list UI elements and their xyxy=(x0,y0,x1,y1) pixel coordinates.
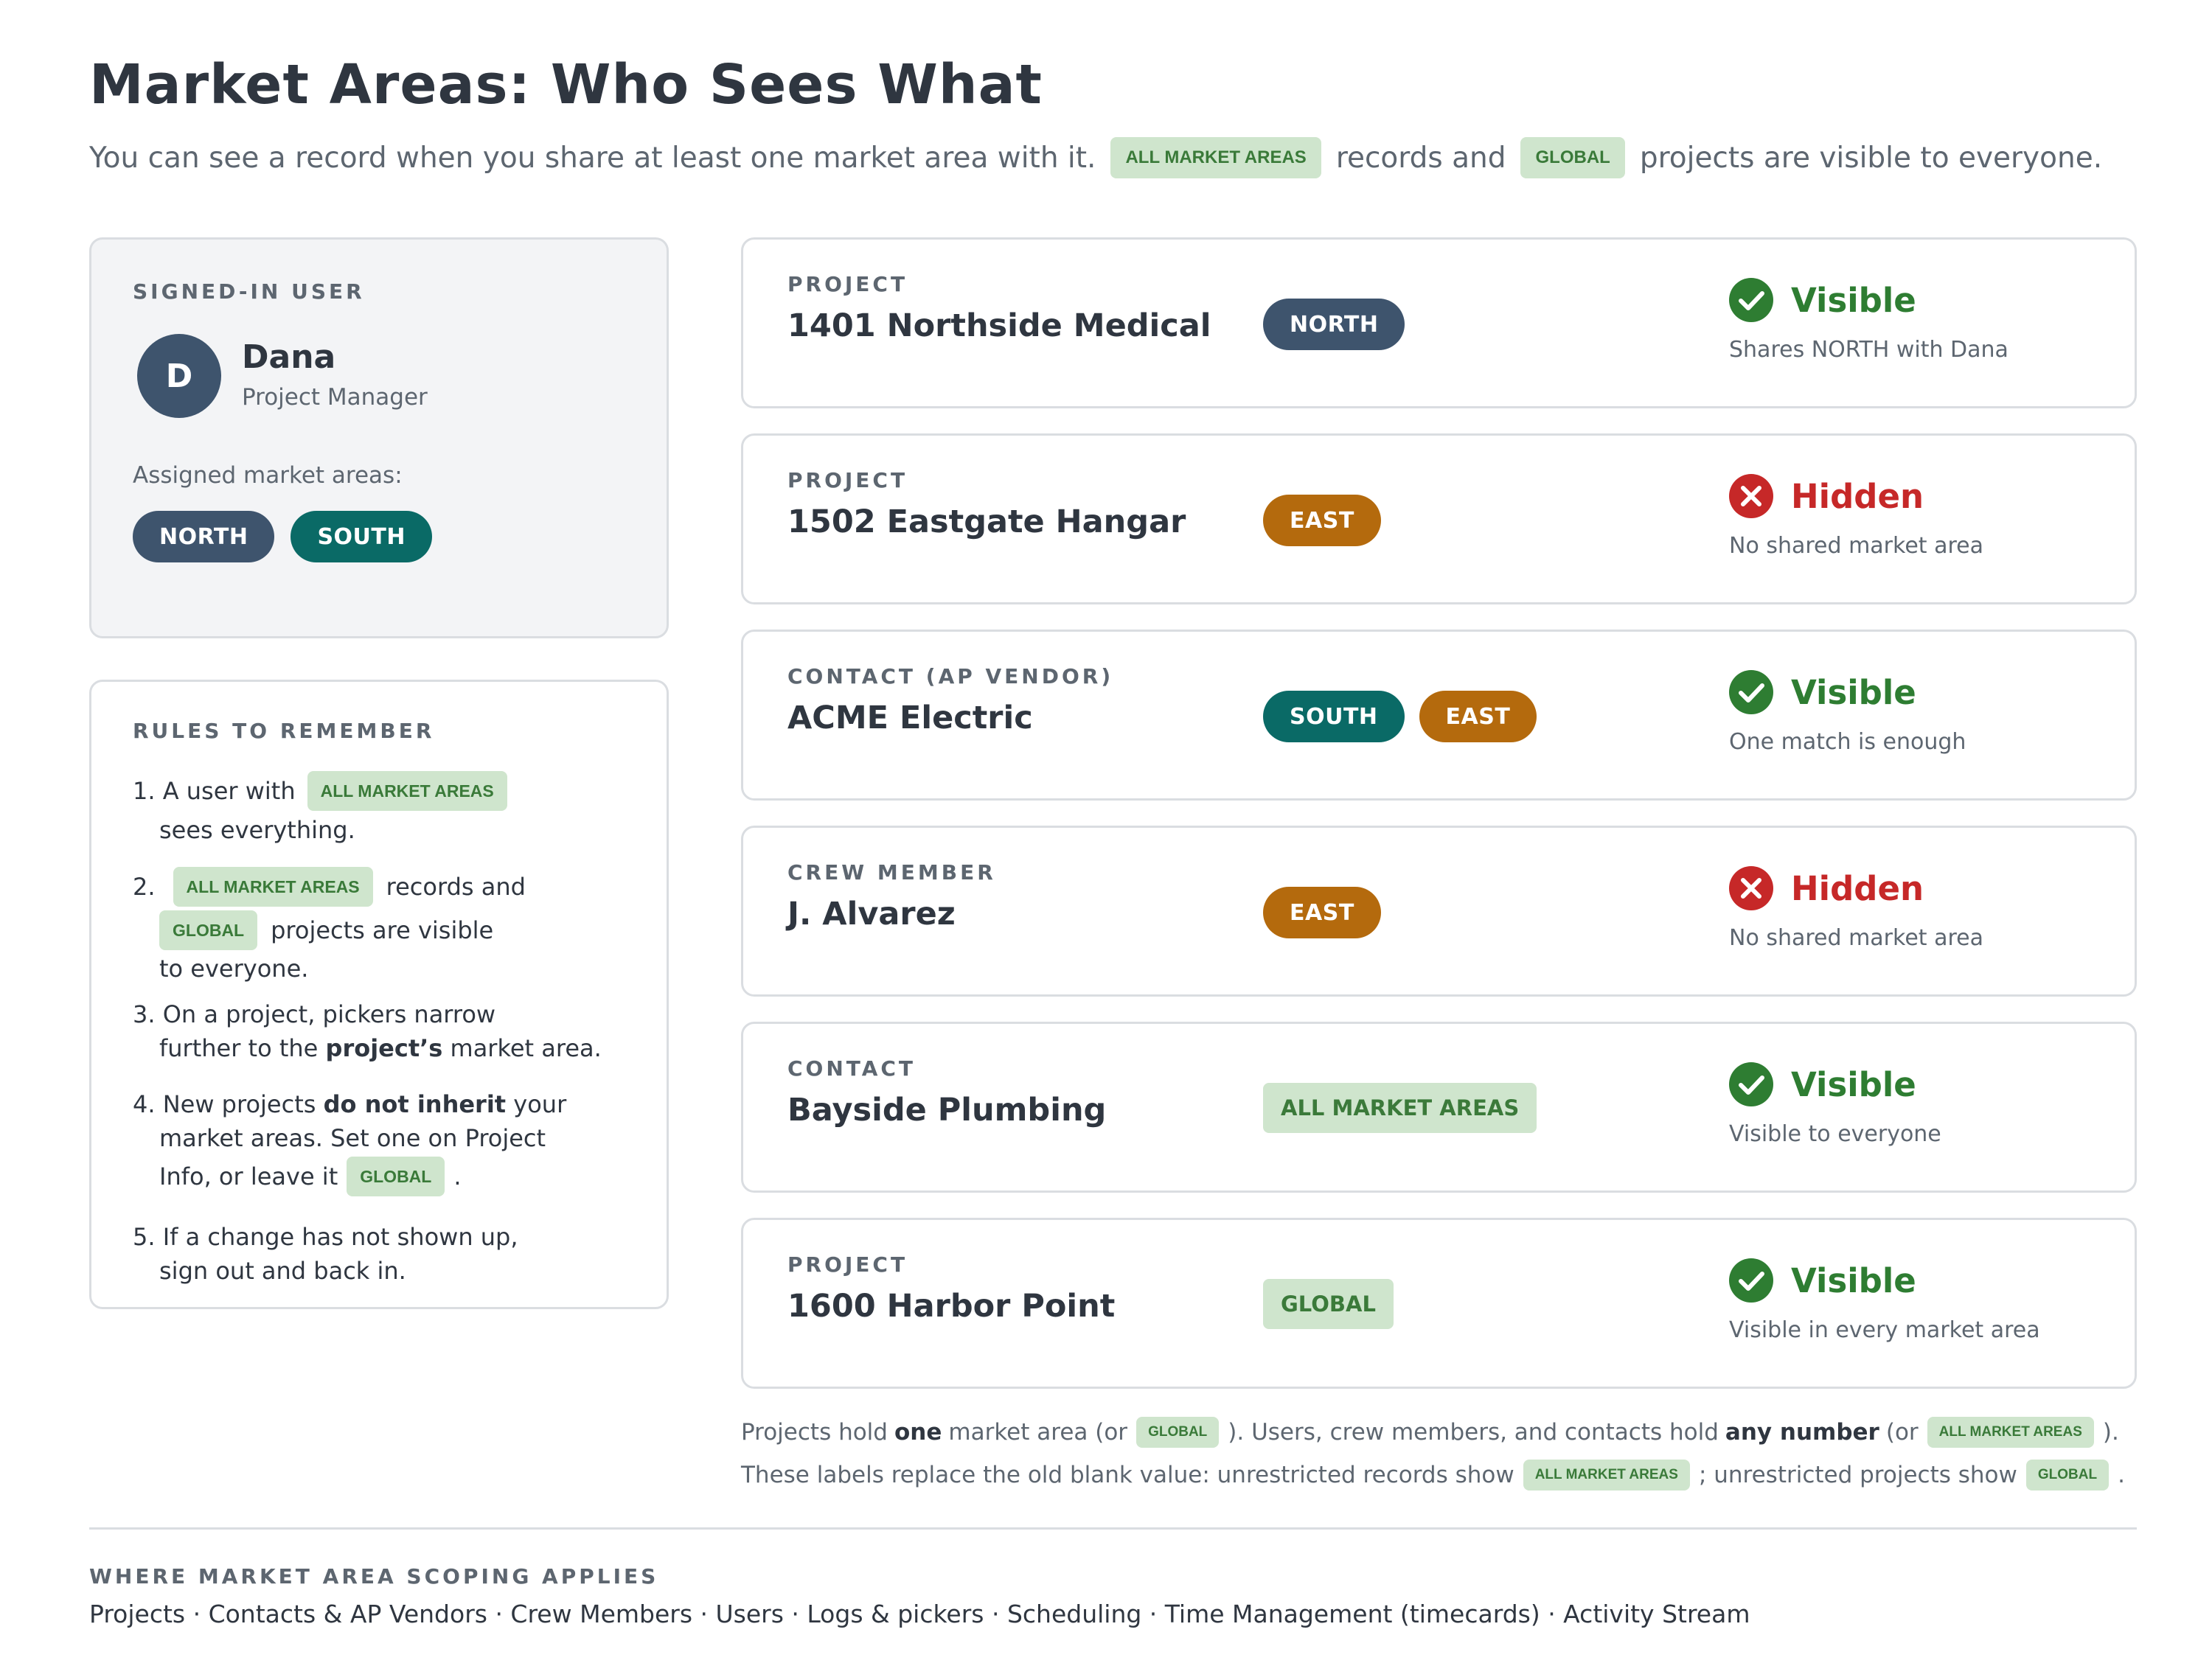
status-note: Visible to everyone xyxy=(1729,1121,1941,1147)
record-type: CONTACT (AP VENDOR) xyxy=(787,664,1114,688)
record-card: CREW MEMBER J. Alvarez EAST Hidden No sh… xyxy=(741,826,2137,997)
record-areas: ALL MARKET AREAS xyxy=(1263,1083,1537,1133)
global-tag: GLOBAL xyxy=(2025,1460,2110,1491)
rule-1: 1. A user with ALL MARKET AREAS sees eve… xyxy=(133,769,507,847)
all-market-areas-tag: ALL MARKET AREAS xyxy=(1523,1460,1690,1491)
record-card: CONTACT Bayside Plumbing ALL MARKET AREA… xyxy=(741,1022,2137,1193)
assigned-areas-list: NORTH SOUTH xyxy=(133,511,432,562)
global-tag: GLOBAL xyxy=(1263,1279,1394,1329)
record-name: 1502 Eastgate Hangar xyxy=(787,503,1186,540)
footnote-line-1: Projects hold one market area (or GLOBAL… xyxy=(741,1411,2125,1454)
check-circle-icon xyxy=(1729,670,1773,714)
status-label: Hidden xyxy=(1791,476,1924,516)
status-label: Visible xyxy=(1791,1261,1916,1300)
status-note: No shared market area xyxy=(1729,925,1983,951)
all-market-areas-tag: ALL MARKET AREAS xyxy=(307,771,507,811)
record-card: PROJECT 1502 Eastgate Hangar EAST Hidden… xyxy=(741,433,2137,604)
footnote: Projects hold one market area (or GLOBAL… xyxy=(741,1411,2125,1496)
page-subtitle: You can see a record when you share at l… xyxy=(89,133,2102,183)
status-note: Shares NORTH with Dana xyxy=(1729,337,2008,363)
area-pill-north: NORTH xyxy=(1263,299,1405,350)
record-name: 1401 Northside Medical xyxy=(787,307,1211,344)
record-type: PROJECT xyxy=(787,272,908,296)
area-pill-north: NORTH xyxy=(133,511,275,562)
record-name: Bayside Plumbing xyxy=(787,1092,1107,1129)
all-market-areas-tag: ALL MARKET AREAS xyxy=(173,867,373,907)
record-areas: SOUTH EAST xyxy=(1263,691,1537,742)
area-pill-east: EAST xyxy=(1419,691,1537,742)
record-type: PROJECT xyxy=(787,1252,908,1277)
footnote-line-2: These labels replace the old blank value… xyxy=(741,1454,2125,1496)
page-title: Market Areas: Who Sees What xyxy=(89,53,1043,116)
scope-list: Projects · Contacts & AP Vendors · Crew … xyxy=(89,1600,1750,1628)
user-role: Project Manager xyxy=(242,384,428,411)
area-pill-south: SOUTH xyxy=(1263,691,1405,742)
visibility-status: Hidden xyxy=(1729,474,1924,518)
check-circle-icon xyxy=(1729,1062,1773,1106)
assigned-areas-label: Assigned market areas: xyxy=(133,462,403,489)
all-market-areas-tag: ALL MARKET AREAS xyxy=(1927,1417,2094,1448)
global-tag: GLOBAL xyxy=(159,910,258,950)
avatar: D xyxy=(137,334,221,418)
user-section-title: SIGNED-IN USER xyxy=(133,279,365,304)
status-note: Visible in every market area xyxy=(1729,1317,2040,1343)
rule-2: 2. ALL MARKET AREAS records and GLOBAL p… xyxy=(133,865,526,986)
status-note: No shared market area xyxy=(1729,533,1983,559)
all-market-areas-tag: ALL MARKET AREAS xyxy=(1110,137,1321,178)
record-areas: GLOBAL xyxy=(1263,1279,1394,1329)
record-areas: NORTH xyxy=(1263,299,1405,350)
visibility-status: Visible xyxy=(1729,670,1916,714)
record-card: PROJECT 1401 Northside Medical NORTH Vis… xyxy=(741,237,2137,408)
rule-3: 3. On a project, pickers narrow further … xyxy=(133,1000,602,1062)
record-areas: EAST xyxy=(1263,495,1381,546)
check-circle-icon xyxy=(1729,1258,1773,1303)
global-tag: GLOBAL xyxy=(1136,1417,1220,1448)
visibility-status: Visible xyxy=(1729,278,1916,322)
record-name: ACME Electric xyxy=(787,700,1033,736)
global-tag: GLOBAL xyxy=(1520,137,1625,178)
user-name: Dana xyxy=(242,338,336,376)
subtitle-text-3: projects are visible to everyone. xyxy=(1639,141,2103,175)
subtitle-text-2: records and xyxy=(1335,141,1506,175)
check-circle-icon xyxy=(1729,278,1773,322)
status-label: Visible xyxy=(1791,280,1916,320)
rule-5: 5. If a change has not shown up, sign ou… xyxy=(133,1223,518,1285)
area-pill-south: SOUTH xyxy=(291,511,432,562)
global-tag: GLOBAL xyxy=(347,1157,445,1196)
x-circle-icon xyxy=(1729,866,1773,910)
visibility-status: Visible xyxy=(1729,1258,1916,1303)
record-name: 1600 Harbor Point xyxy=(787,1288,1116,1325)
subtitle-text-1: You can see a record when you share at l… xyxy=(89,141,1096,175)
rules-title: RULES TO REMEMBER xyxy=(133,719,435,743)
all-market-areas-tag: ALL MARKET AREAS xyxy=(1263,1083,1537,1133)
record-type: CREW MEMBER xyxy=(787,860,996,885)
signed-in-user-panel: SIGNED-IN USER D Dana Project Manager As… xyxy=(89,237,669,638)
record-card: CONTACT (AP VENDOR) ACME Electric SOUTH … xyxy=(741,630,2137,801)
visibility-status: Visible xyxy=(1729,1062,1916,1106)
area-pill-east: EAST xyxy=(1263,495,1381,546)
record-areas: EAST xyxy=(1263,887,1381,938)
visibility-status: Hidden xyxy=(1729,866,1924,910)
x-circle-icon xyxy=(1729,474,1773,518)
status-label: Hidden xyxy=(1791,868,1924,908)
status-label: Visible xyxy=(1791,672,1916,712)
record-name: J. Alvarez xyxy=(787,896,956,932)
status-label: Visible xyxy=(1791,1064,1916,1104)
record-type: PROJECT xyxy=(787,468,908,492)
rule-4: 4. New projects do not inherit your mark… xyxy=(133,1087,566,1198)
scope-title: WHERE MARKET AREA SCOPING APPLIES xyxy=(89,1564,659,1589)
status-note: One match is enough xyxy=(1729,729,1966,755)
rules-panel: RULES TO REMEMBER 1. A user with ALL MAR… xyxy=(89,680,669,1309)
record-type: CONTACT xyxy=(787,1056,917,1081)
divider xyxy=(89,1527,2137,1530)
record-card: PROJECT 1600 Harbor Point GLOBAL Visible… xyxy=(741,1218,2137,1389)
area-pill-east: EAST xyxy=(1263,887,1381,938)
